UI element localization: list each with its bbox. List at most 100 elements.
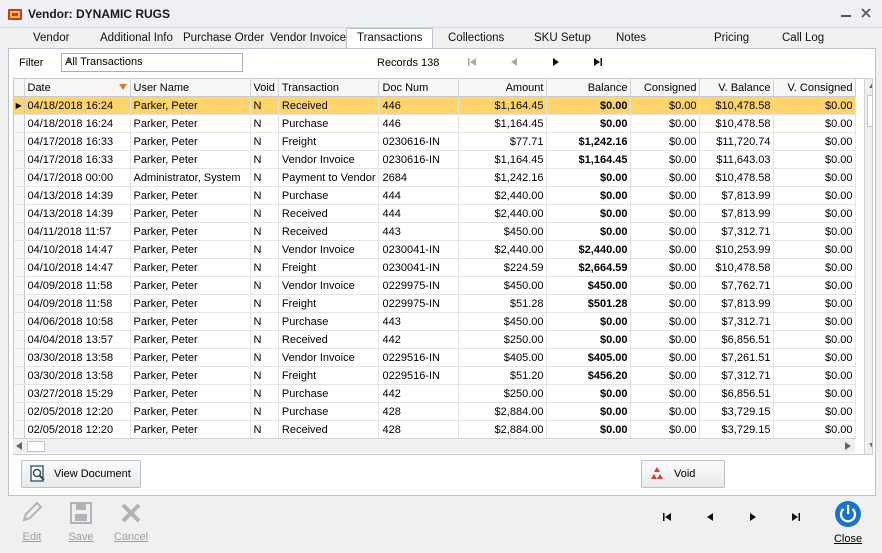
view-document-button[interactable]: View Document	[21, 460, 141, 488]
col-amount[interactable]: Amount	[458, 79, 548, 97]
tab-additional-info[interactable]: Additional Info	[100, 32, 173, 44]
cell-consigned: $0.00	[630, 420, 701, 439]
records-count: Records 138	[377, 57, 440, 69]
tab-transactions[interactable]: Transactions	[346, 28, 434, 49]
table-row[interactable]: 03/30/2018 13:58 Parker, Peter N Freight 022…	[14, 366, 857, 385]
vertical-scroll-thumb[interactable]	[867, 95, 872, 127]
scroll-up-icon[interactable]	[869, 82, 873, 88]
col-void[interactable]: Void	[250, 79, 279, 97]
first-record-icon[interactable]	[465, 55, 479, 69]
table-row[interactable]: 04/17/2018 00:00 Administrator, System N Pa…	[14, 168, 857, 187]
cell-consigned: $0.00	[630, 168, 701, 187]
cell-v-consigned: $0.00	[773, 402, 857, 421]
cell-date: 02/05/2018 12:20	[24, 420, 131, 439]
close-button[interactable]: Close	[828, 500, 868, 545]
cell-date: 03/27/2018 15:29	[24, 384, 131, 403]
tab-notes[interactable]: Notes	[616, 32, 646, 44]
table-row[interactable]: 04/10/2018 14:47 Parker, Peter N Vendor Inv…	[14, 240, 857, 259]
col-v-balance[interactable]: V. Balance	[699, 79, 775, 97]
cell-user-name: Parker, Peter	[130, 258, 251, 277]
cell-amount: $77.71	[458, 132, 548, 151]
row-indicator	[14, 132, 25, 151]
col-date[interactable]: Date	[24, 79, 131, 97]
col-balance[interactable]: Balance	[546, 79, 632, 97]
filter-dropdown[interactable]: All Transactions ▼	[61, 53, 243, 72]
table-row[interactable]: 03/30/2018 13:58 Parker, Peter N Vendor Inv…	[14, 348, 857, 367]
cell-v-balance: $11,720.74	[699, 132, 775, 151]
table-row[interactable]: 03/27/2018 15:29 Parker, Peter N Purchase 44…	[14, 384, 857, 403]
col-consigned[interactable]: Consigned	[630, 79, 701, 97]
col-transaction[interactable]: Transaction	[278, 79, 380, 97]
table-row[interactable]: 04/18/2018 16:24 Parker, Peter N Purchase 44…	[14, 114, 857, 133]
cell-balance: $0.00	[546, 96, 632, 115]
minimize-icon[interactable]	[838, 5, 854, 21]
horizontal-scroll-thumb[interactable]	[27, 441, 45, 452]
first-page-icon[interactable]	[660, 510, 674, 524]
scroll-down-icon[interactable]	[869, 443, 873, 449]
cell-user-name: Parker, Peter	[130, 240, 251, 259]
cell-v-balance: $10,478.58	[699, 114, 775, 133]
cell-v-balance: $7,813.99	[699, 294, 775, 313]
save-button[interactable]: Save	[61, 500, 101, 543]
table-row[interactable]: 04/13/2018 14:39 Parker, Peter N Received 44…	[14, 204, 857, 223]
prev-page-icon[interactable]	[703, 510, 717, 524]
cell-transaction: Purchase	[278, 186, 380, 205]
horizontal-scrollbar[interactable]	[13, 438, 855, 453]
cell-user-name: Parker, Peter	[130, 384, 251, 403]
table-row[interactable]: 04/09/2018 11:58 Parker, Peter N Freight 022…	[14, 294, 857, 313]
table-row[interactable]: 04/06/2018 10:58 Parker, Peter N Purchase 44…	[14, 312, 857, 331]
void-button[interactable]: Void	[641, 460, 725, 488]
tab-vendor-invoice[interactable]: Vendor Invoice	[270, 32, 346, 44]
row-indicator	[14, 312, 25, 331]
cell-user-name: Parker, Peter	[130, 312, 251, 331]
table-row[interactable]: 04/13/2018 14:39 Parker, Peter N Purchase 44…	[14, 186, 857, 205]
last-record-icon[interactable]	[591, 55, 605, 69]
next-page-icon[interactable]	[746, 510, 760, 524]
table-row[interactable]: 04/10/2018 14:47 Parker, Peter N Freight 023…	[14, 258, 857, 277]
cell-void: N	[250, 240, 279, 259]
cell-void: N	[250, 168, 279, 187]
cell-transaction: Vendor Invoice	[278, 150, 380, 169]
table-row[interactable]: ▶ 04/18/2018 16:24 Parker, Peter N Received 4…	[14, 96, 857, 115]
cell-transaction: Vendor Invoice	[278, 276, 380, 295]
cancel-button[interactable]: Cancel	[111, 500, 151, 543]
tab-pricing[interactable]: Pricing	[714, 32, 749, 44]
tab-sku-setup[interactable]: SKU Setup	[534, 32, 591, 44]
tab-purchase-order[interactable]: Purchase Order	[183, 32, 264, 44]
table-row[interactable]: 04/17/2018 16:33 Parker, Peter N Freight 023…	[14, 132, 857, 151]
cell-transaction: Purchase	[278, 114, 380, 133]
tab-vendor[interactable]: Vendor	[33, 32, 69, 44]
cell-amount: $1,164.45	[458, 96, 548, 115]
last-page-icon[interactable]	[789, 510, 803, 524]
scroll-left-icon[interactable]	[16, 442, 22, 450]
cell-transaction: Purchase	[278, 312, 380, 331]
table-row[interactable]: 04/11/2018 11:57 Parker, Peter N Received 44…	[14, 222, 857, 241]
cell-doc-num: 446	[378, 114, 460, 133]
vertical-scrollbar[interactable]	[864, 79, 873, 454]
scroll-right-icon[interactable]	[845, 442, 851, 450]
edit-button[interactable]: Edit	[12, 500, 52, 543]
col-v-consigned[interactable]: V. Consigned	[773, 79, 857, 97]
table-row[interactable]: 02/05/2018 12:20 Parker, Peter N Received 42…	[14, 420, 857, 439]
table-row[interactable]: 04/04/2018 13:57 Parker, Peter N Received 44…	[14, 330, 857, 349]
cell-date: 04/17/2018 00:00	[24, 168, 131, 187]
cell-user-name: Parker, Peter	[130, 96, 251, 115]
cell-user-name: Parker, Peter	[130, 276, 251, 295]
cell-void: N	[250, 402, 279, 421]
tab-collections[interactable]: Collections	[448, 32, 504, 44]
col-doc-num[interactable]: Doc Num	[378, 79, 460, 97]
cell-v-balance: $6,856.51	[699, 384, 775, 403]
cell-v-balance: $6,856.51	[699, 330, 775, 349]
cell-balance: $0.00	[546, 114, 632, 133]
table-row[interactable]: 04/17/2018 16:33 Parker, Peter N Vendor Inv…	[14, 150, 857, 169]
cell-amount: $450.00	[458, 312, 548, 331]
row-indicator	[14, 366, 25, 385]
col-user-name[interactable]: User Name	[130, 79, 251, 97]
tab-call-log[interactable]: Call Log	[782, 32, 824, 44]
cell-v-consigned: $0.00	[773, 258, 857, 277]
next-record-icon[interactable]	[549, 55, 563, 69]
close-window-icon[interactable]	[858, 5, 874, 21]
table-row[interactable]: 02/05/2018 12:20 Parker, Peter N Purchase 42…	[14, 402, 857, 421]
table-row[interactable]: 04/09/2018 11:58 Parker, Peter N Vendor Inv…	[14, 276, 857, 295]
prev-record-icon[interactable]	[507, 55, 521, 69]
